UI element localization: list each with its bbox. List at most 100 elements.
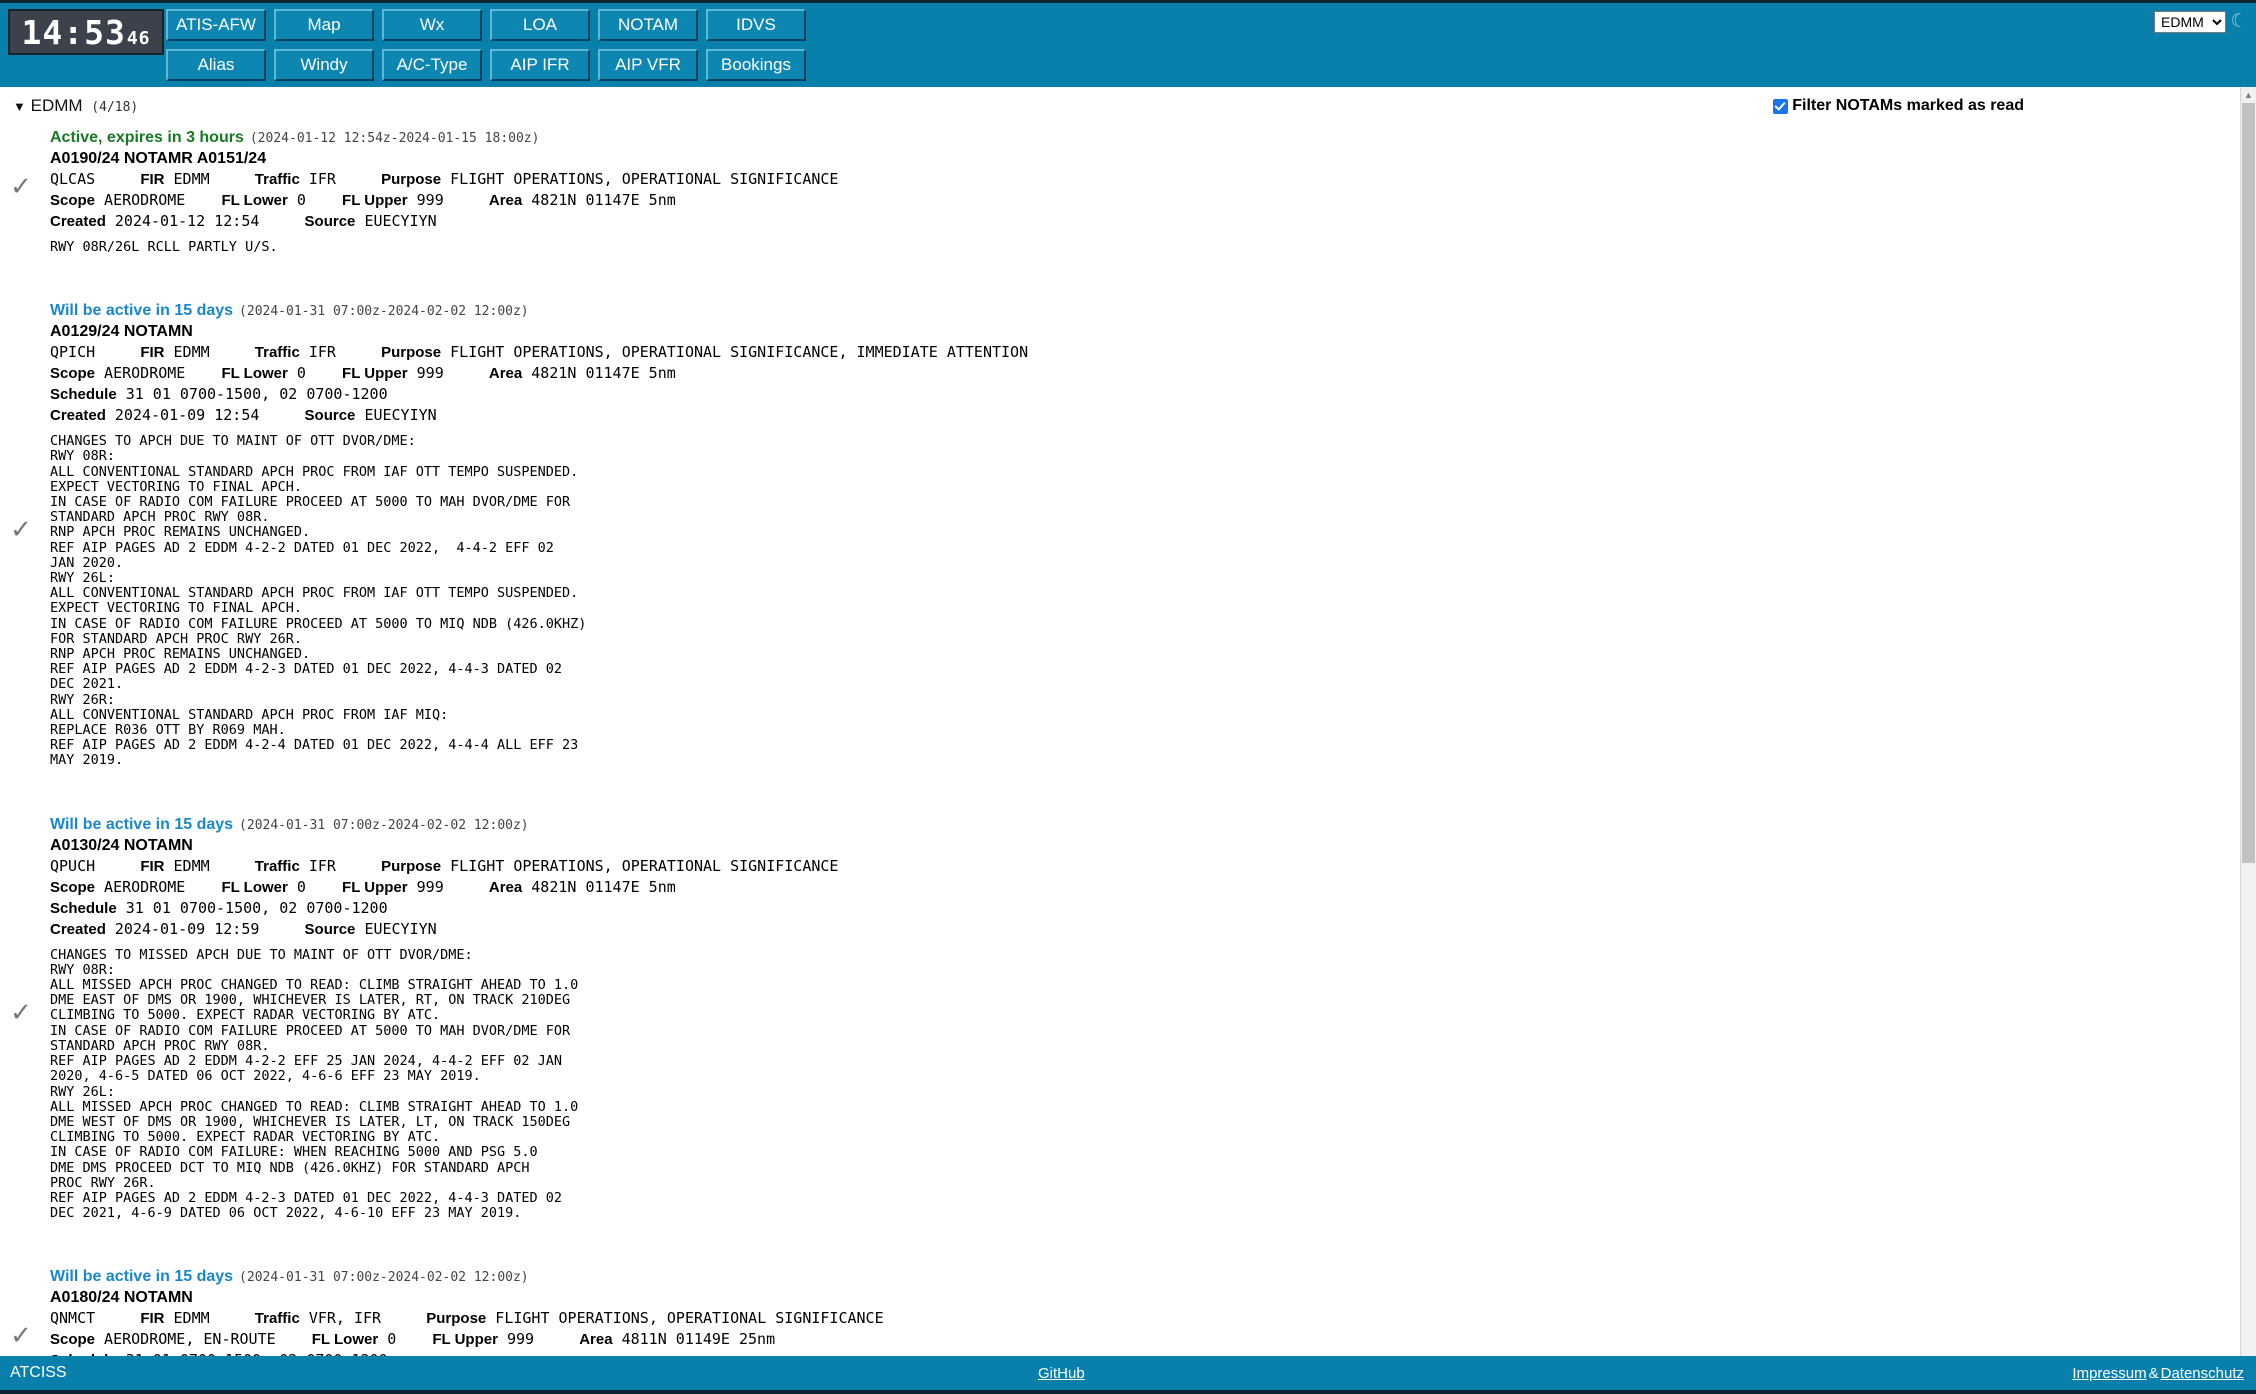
notam-read-checkmark-icon[interactable]: ✓ xyxy=(10,516,32,542)
nav-button-ac-type[interactable]: A/C-Type xyxy=(382,49,482,81)
notam-created-label: Created xyxy=(50,407,106,424)
notam-schedule-label: Schedule xyxy=(50,386,117,403)
notam-purpose-value: FLIGHT OPERATIONS, OPERATIONAL SIGNIFICA… xyxy=(450,857,838,875)
scrollbar-thumb[interactable] xyxy=(2242,103,2255,863)
nav-button-idvs[interactable]: IDVS xyxy=(706,9,806,41)
notam-schedule-value: 31 01 0700-1500, 02 0700-1200 xyxy=(126,385,388,403)
notam-fl-lower-label: FL Lower xyxy=(221,192,287,209)
notam-read-checkmark-icon[interactable]: ✓ xyxy=(10,1322,32,1348)
nav-button-loa[interactable]: LOA xyxy=(490,9,590,41)
scroll-up-arrow-icon[interactable]: ▲ xyxy=(2241,87,2256,103)
notam-body-text: CHANGES TO APCH DUE TO MAINT OF OTT DVOR… xyxy=(50,434,2240,768)
notam-fl-upper-value: 999 xyxy=(417,191,444,209)
nav-button-atis-afw[interactable]: ATIS-AFW xyxy=(166,9,266,41)
footer-github-link[interactable]: GitHub xyxy=(1038,1365,1085,1382)
app-header: 14:5346 ATIS-AFW Map Wx LOA NOTAM IDVS A… xyxy=(0,0,2256,87)
nav-button-notam[interactable]: NOTAM xyxy=(598,9,698,41)
notam-traffic-label: Traffic xyxy=(255,171,300,188)
notam-scope-value: AERODROME xyxy=(104,191,185,209)
filter-read-notams-toggle[interactable]: Filter NOTAMs marked as read xyxy=(1773,97,2024,115)
notam-id: A0130/24 NOTAMN xyxy=(50,836,2240,856)
notam-traffic-value: IFR xyxy=(309,857,336,875)
notam-status-line: Will be active in 15 days (2024-01-31 07:… xyxy=(50,295,2240,322)
notam-line-classification: QLCAS FIR EDMM Traffic IFR Purpose FLIGH… xyxy=(50,169,2240,190)
notam-scope-label: Scope xyxy=(50,879,95,896)
notam-scope-value: AERODROME xyxy=(104,878,185,896)
notam-scope-label: Scope xyxy=(50,192,95,209)
nav-button-wx[interactable]: Wx xyxy=(382,9,482,41)
notam-created-value: 2024-01-09 12:59 xyxy=(115,920,260,938)
notam-schedule-label: Schedule xyxy=(50,900,117,917)
notam-line-schedule: Schedule 31 01 0700-1500, 02 0700-1200 xyxy=(50,898,2240,919)
notam-read-checkmark-icon[interactable]: ✓ xyxy=(10,173,32,199)
footer-impressum-link[interactable]: Impressum xyxy=(2072,1365,2146,1382)
notam-area-value: 4821N 01147E 5nm xyxy=(531,364,676,382)
notam-fl-upper-value: 999 xyxy=(507,1330,534,1348)
notam-entry[interactable]: Active, expires in 3 hours(2024-01-12 12… xyxy=(0,122,2240,295)
notam-area-label: Area xyxy=(489,365,522,382)
notam-area-label: Area xyxy=(489,879,522,896)
vertical-scrollbar[interactable]: ▲ xyxy=(2240,87,2256,1356)
notam-line-schedule: Schedule 31 01 0700-1500, 02 0700-1200 xyxy=(50,384,2240,405)
notam-fl-upper-label: FL Upper xyxy=(342,192,408,209)
notam-status: Will be active in 15 days xyxy=(50,1268,233,1285)
checkbox-icon[interactable] xyxy=(1773,99,1788,114)
notam-schedule-value: 31 01 0700-1500, 02 0700-1200 xyxy=(126,899,388,917)
notam-line-classification: QPUCH FIR EDMM Traffic IFR Purpose FLIGH… xyxy=(50,856,2240,877)
filter-read-notams-label: Filter NOTAMs marked as read xyxy=(1792,97,2024,115)
nav-button-alias[interactable]: Alias xyxy=(166,49,266,81)
notam-validity: (2024-01-12 12:54z-2024-01-15 18:00z) xyxy=(250,131,540,146)
notam-source-value: EUECYIYN xyxy=(364,212,436,230)
notam-fl-lower-value: 0 xyxy=(297,191,306,209)
footer-legal-links: Impressum&Datenschutz xyxy=(2072,1365,2244,1382)
notam-status-line: Will be active in 15 days(2024-01-31 07:… xyxy=(50,1261,2240,1288)
notam-fir-label: FIR xyxy=(140,1310,164,1327)
notam-fir-value: EDMM xyxy=(174,170,210,188)
notam-purpose-label: Purpose xyxy=(426,1310,486,1327)
notam-line-classification: QPICH FIR EDMM Traffic IFR Purpose FLIGH… xyxy=(50,342,2240,363)
notam-validity: (2024-01-31 07:00z-2024-02-02 12:00z) xyxy=(239,304,529,319)
notam-purpose-value: FLIGHT OPERATIONS, OPERATIONAL SIGNIFICA… xyxy=(495,1309,883,1327)
notam-fl-lower-label: FL Lower xyxy=(312,1331,378,1348)
nav-button-aip-vfr[interactable]: AIP VFR xyxy=(598,49,698,81)
notam-read-checkmark-icon[interactable]: ✓ xyxy=(10,999,32,1025)
notam-traffic-value: IFR xyxy=(309,343,336,361)
notam-id: A0190/24 NOTAMR A0151/24 xyxy=(50,149,2240,169)
notam-body-text: RWY 08R/26L RCLL PARTLY U/S. xyxy=(50,240,2240,255)
notam-area-value: 4811N 01149E 25nm xyxy=(622,1330,776,1348)
notam-qcode: QPUCH xyxy=(50,857,95,875)
notam-scope-value: AERODROME xyxy=(104,364,185,382)
moon-icon[interactable]: ☾ xyxy=(2230,11,2248,33)
notam-status: Will be active in 15 days xyxy=(50,302,233,319)
clock-hours-minutes: 14:53 xyxy=(21,11,125,55)
footer-ampersand: & xyxy=(2149,1365,2159,1382)
nav-button-aip-ifr[interactable]: AIP IFR xyxy=(490,49,590,81)
notam-area-label: Area xyxy=(579,1331,612,1348)
fir-group-count: (4/18) xyxy=(91,100,138,115)
footer-datenschutz-link[interactable]: Datenschutz xyxy=(2161,1365,2244,1382)
list-toolbar: ▼ EDMM (4/18) Filter NOTAMs marked as re… xyxy=(0,96,2240,122)
fir-select[interactable]: EDMM xyxy=(2154,11,2226,33)
fir-group-toggle[interactable]: ▼ EDMM (4/18) xyxy=(13,96,138,116)
notam-entry[interactable]: Will be active in 15 days (2024-01-31 07:… xyxy=(0,295,2240,808)
notam-area-value: 4821N 01147E 5nm xyxy=(531,878,676,896)
notam-source-value: EUECYIYN xyxy=(364,406,436,424)
notam-fl-upper-label: FL Upper xyxy=(432,1331,498,1348)
notam-qcode: QPICH xyxy=(50,343,95,361)
notam-line-scope: Scope AERODROME FL Lower 0 FL Upper 999 … xyxy=(50,190,2240,211)
notam-fl-lower-value: 0 xyxy=(297,878,306,896)
notam-status-line: Will be active in 15 days(2024-01-31 07:… xyxy=(50,809,2240,836)
notam-created-value: 2024-01-12 12:54 xyxy=(115,212,260,230)
nav-button-windy[interactable]: Windy xyxy=(274,49,374,81)
notam-entry[interactable]: Will be active in 15 days(2024-01-31 07:… xyxy=(0,1261,2240,1356)
nav-button-map[interactable]: Map xyxy=(274,9,374,41)
notam-fl-lower-label: FL Lower xyxy=(221,365,287,382)
notam-line-created: Created 2024-01-12 12:54 Source EUECYIYN xyxy=(50,211,2240,232)
nav-button-bookings[interactable]: Bookings xyxy=(706,49,806,81)
notam-scope-label: Scope xyxy=(50,365,95,382)
nav-row-primary: ATIS-AFW Map Wx LOA NOTAM IDVS xyxy=(166,9,806,41)
notam-area-value: 4821N 01147E 5nm xyxy=(531,191,676,209)
notam-entry[interactable]: Will be active in 15 days(2024-01-31 07:… xyxy=(0,809,2240,1262)
notam-traffic-label: Traffic xyxy=(255,344,300,361)
notam-line-created: Created 2024-01-09 12:54 Source EUECYIYN xyxy=(50,405,2240,426)
